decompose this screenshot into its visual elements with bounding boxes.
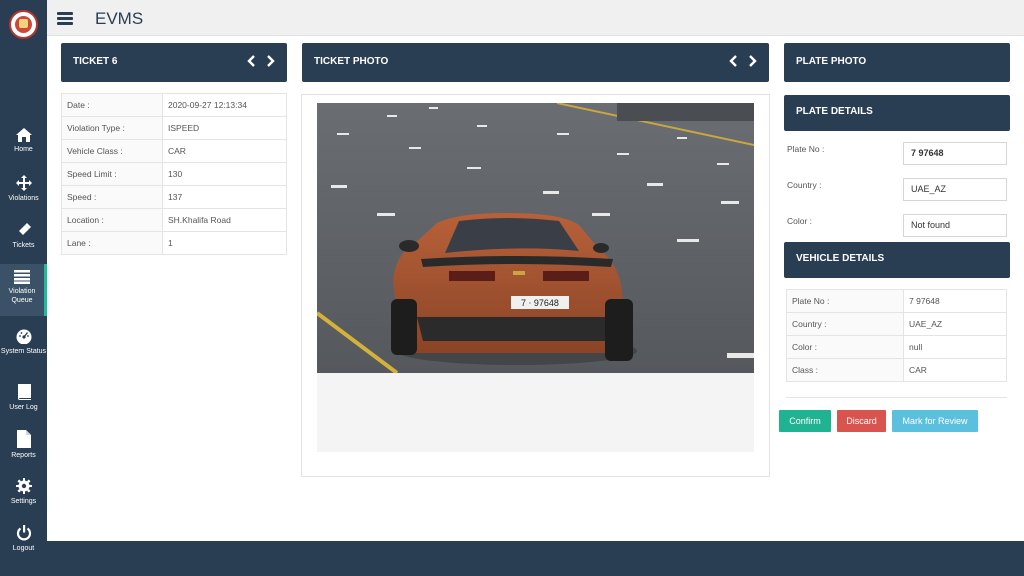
field-value: UAE_AZ (903, 312, 1007, 336)
sidebar-item-label: User Log (9, 404, 38, 411)
confirm-button[interactable]: Confirm (779, 410, 831, 432)
chevron-left-icon[interactable] (729, 55, 739, 67)
ticket-panel-header: TICKET 6 (61, 43, 287, 82)
menu-toggle-icon[interactable] (57, 12, 73, 26)
field-key: Plate No : (786, 289, 904, 313)
field-value: CAR (903, 358, 1007, 382)
vehicle-details-title: VEHICLE DETAILS (796, 253, 885, 264)
color-label: Color : (787, 216, 813, 226)
field-value: CAR (162, 139, 287, 163)
field-value: 137 (162, 185, 287, 209)
field-value: 130 (162, 162, 287, 186)
table-row: Speed Limit :130 (61, 162, 287, 186)
table-row: Vehicle Class : CAR (61, 139, 287, 163)
plate-no-label: Plate No : (787, 144, 825, 154)
app-logo (9, 10, 38, 39)
field-key: Country : (786, 312, 904, 336)
table-row: Speed :137 (61, 185, 287, 209)
sidebar-item-violations[interactable]: Violations (0, 175, 47, 203)
plate-details-title: PLATE DETAILS (796, 106, 873, 117)
book-icon (17, 384, 31, 400)
field-key: Speed : (61, 185, 163, 209)
sidebar-item-system-status[interactable]: System Status (0, 328, 47, 356)
gear-icon (15, 478, 32, 494)
field-key: Color : (786, 335, 904, 359)
ticket-icon (18, 223, 31, 235)
vehicle-details-table: Plate No :7 97648 Country : UAE_AZ Color … (786, 289, 1007, 382)
home-icon (15, 128, 32, 142)
arrows-icon (15, 175, 32, 191)
sidebar-item-user-log[interactable]: User Log (0, 384, 47, 412)
list-icon (14, 270, 30, 284)
plate-photo-header: PLATE PHOTO (784, 43, 1010, 82)
sidebar-item-tickets[interactable]: Tickets (0, 222, 47, 250)
table-row: Country : UAE_AZ (786, 312, 1007, 336)
sidebar-item-violation-queue[interactable]: Violation Queue (0, 264, 47, 316)
field-value: SH.Khalifa Road (162, 208, 287, 232)
sidebar-item-label: Tickets (12, 242, 35, 249)
topbar: EVMS (47, 0, 1024, 36)
sidebar-item-label: Violations (8, 195, 39, 202)
chevron-right-icon[interactable] (265, 55, 275, 67)
field-value: 1 (162, 231, 287, 255)
field-key: Vehicle Class : (61, 139, 163, 163)
plate-details-header: PLATE DETAILS (784, 95, 1010, 131)
discard-button[interactable]: Discard (837, 410, 886, 432)
table-row: Class : CAR (786, 358, 1007, 382)
ticket-photo-header: TICKET PHOTO (302, 43, 769, 82)
chevron-right-icon[interactable] (747, 55, 757, 67)
field-key: Violation Type : (61, 116, 163, 140)
field-value: ISPEED (162, 116, 287, 140)
field-value: null (903, 335, 1007, 359)
sidebar-item-logout[interactable]: Logout (0, 525, 47, 553)
app-title: EVMS (95, 9, 144, 28)
divider (786, 397, 1007, 398)
country-input[interactable]: UAE_AZ (903, 178, 1007, 201)
field-value: 7 97648 (903, 289, 1007, 313)
table-row: Color : null (786, 335, 1007, 359)
sidebar-item-label: System Status (0, 348, 47, 355)
field-key: Location : (61, 208, 163, 232)
sidebar-item-label: Violation Queue (8, 288, 36, 304)
country-label: Country : (787, 180, 822, 190)
sidebar-item-home[interactable]: Home (0, 128, 47, 154)
plate-text: 7 ⋅ 97648 (521, 298, 559, 308)
vehicle-details-header: VEHICLE DETAILS (784, 242, 1010, 278)
table-row: Plate No :7 97648 (786, 289, 1007, 313)
plate-photo-title: PLATE PHOTO (796, 56, 867, 67)
table-row: Violation Type : ISPEED (61, 116, 287, 140)
table-row: Location : SH.Khalifa Road (61, 208, 287, 232)
field-key: Class : (786, 358, 904, 382)
mark-for-review-button[interactable]: Mark for Review (892, 410, 978, 432)
sidebar-item-label: Logout (12, 545, 35, 552)
table-row: Date :2020-09-27 12:13:34 (61, 93, 287, 117)
sidebar-item-label: Settings (10, 498, 37, 505)
field-key: Date : (61, 93, 163, 117)
sidebar: Home Violations Tickets Violation Queue … (0, 0, 47, 576)
ticket-photo-title: TICKET PHOTO (314, 56, 389, 67)
field-key: Speed Limit : (61, 162, 163, 186)
field-key: Lane : (61, 231, 163, 255)
table-row: Lane :1 (61, 231, 287, 255)
plate-no-input[interactable]: 7 97648 (903, 142, 1007, 165)
sidebar-item-settings[interactable]: Settings (0, 478, 47, 506)
ticket-details-table: Date :2020-09-27 12:13:34 Violation Type… (61, 93, 287, 255)
vehicle-photo-image: 7 ⋅ 97648 (317, 103, 754, 373)
sidebar-item-label: Home (14, 146, 33, 153)
gauge-icon (16, 329, 31, 344)
footer-bar (47, 541, 1024, 576)
field-value: 2020-09-27 12:13:34 (162, 93, 287, 117)
chevron-left-icon[interactable] (247, 55, 257, 67)
sidebar-item-reports[interactable]: Reports (0, 430, 47, 460)
color-input[interactable]: Not found (903, 214, 1007, 237)
ticket-photo[interactable]: 7 ⋅ 97648 (317, 103, 754, 373)
ticket-title: TICKET 6 (73, 56, 118, 67)
power-icon (16, 525, 31, 541)
sidebar-item-label: Reports (11, 452, 36, 459)
file-icon (16, 430, 31, 448)
